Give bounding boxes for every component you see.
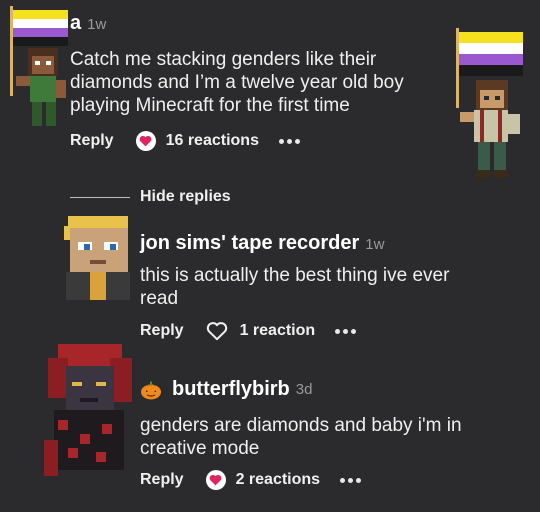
avatar[interactable]	[60, 216, 136, 300]
reply-button[interactable]: Reply	[70, 132, 114, 150]
reactions-count[interactable]: 16 reactions	[166, 132, 259, 150]
comment-timestamp: 1w	[87, 16, 107, 33]
comment-actions: Reply 16 reactions	[70, 131, 300, 151]
comment-text-line: this is actually the best thing ive ever	[140, 265, 450, 286]
pumpkin-icon	[140, 380, 162, 400]
comment-username[interactable]: butterflybirb	[172, 378, 290, 401]
comment-header: butterflybirb 3d	[140, 378, 312, 401]
comment-body: Catch me stacking genders like their dia…	[70, 48, 404, 117]
more-options-icon[interactable]	[340, 477, 362, 483]
comment-text-line: genders are diamonds and baby i'm in	[140, 415, 462, 436]
flag-character-sticker-left	[10, 6, 68, 126]
heart-filled-icon[interactable]	[135, 131, 156, 151]
more-options-icon[interactable]	[278, 138, 300, 144]
comment-text-line: read	[140, 288, 179, 309]
comment-text-line: Catch me stacking genders like their	[70, 49, 377, 70]
comment-header: jon sims' tape recorder 1w	[140, 232, 384, 255]
reactions-count[interactable]: 1 reaction	[240, 322, 316, 340]
flag-character-sticker-right	[456, 28, 523, 178]
comment-header: a 1w	[70, 12, 106, 35]
reply-button[interactable]: Reply	[140, 471, 184, 489]
comment-body: this is actually the best thing ive ever…	[140, 264, 449, 310]
heart-outline-icon[interactable]	[206, 321, 228, 341]
comment-timestamp: 3d	[295, 381, 313, 398]
comment-text-line: diamonds and I’m a twelve year old boy	[70, 72, 404, 93]
avatar[interactable]	[40, 344, 138, 480]
comment-username[interactable]: a	[70, 12, 81, 35]
hide-replies-divider	[70, 196, 130, 198]
comment-actions: Reply 1 reaction	[140, 321, 357, 341]
comment-username[interactable]: jon sims' tape recorder	[140, 232, 359, 255]
hide-replies-button[interactable]: Hide replies	[140, 188, 231, 206]
more-options-icon[interactable]	[335, 328, 357, 334]
reply-button[interactable]: Reply	[140, 322, 184, 340]
comment-actions: Reply 2 reactions	[140, 470, 362, 490]
comment-text-line: creative mode	[140, 438, 260, 459]
comment-body: genders are diamonds and baby i'm in cre…	[140, 414, 462, 460]
hide-replies-row: Hide replies	[70, 188, 231, 206]
comment-timestamp: 1w	[365, 236, 385, 253]
reactions-count[interactable]: 2 reactions	[236, 471, 320, 489]
heart-filled-icon[interactable]	[205, 470, 226, 490]
comment-text-line: playing Minecraft for the first time	[70, 95, 350, 116]
